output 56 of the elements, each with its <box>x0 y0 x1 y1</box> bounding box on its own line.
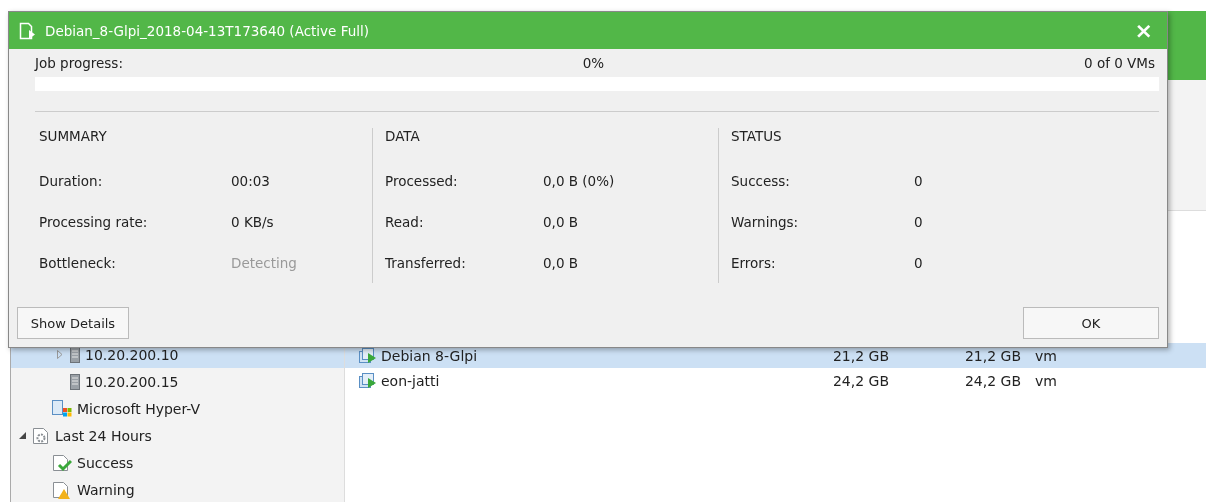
tree-item-label: Last 24 Hours <box>55 427 152 444</box>
tree-item[interactable]: 10.20.200.15 <box>11 368 344 395</box>
stat-value: 00:03 <box>231 172 270 189</box>
ok-button[interactable]: OK <box>1023 307 1159 339</box>
vm-icon <box>359 372 377 389</box>
section-heading: STATUS <box>731 128 783 146</box>
stat-value: 0,0 B (0%) <box>543 172 615 189</box>
tree-item[interactable]: Microsoft Hyper-V <box>11 395 344 422</box>
hypervisor-icon <box>52 399 72 418</box>
stat-label: Duration: <box>39 172 104 189</box>
server-icon <box>70 373 80 390</box>
section-heading: DATA <box>385 128 421 146</box>
vm-name: Debian 8-Glpi <box>381 347 478 364</box>
document-check-icon <box>52 453 72 472</box>
stat-label: Processed: <box>385 172 459 189</box>
stat-value: 0 KB/s <box>231 213 274 230</box>
vm-icon <box>359 347 377 364</box>
tree-item[interactable]: Last 24 Hours <box>11 422 344 449</box>
vm-name: eon-jatti <box>381 372 440 389</box>
progress-label: Job progress: <box>35 55 123 71</box>
stat-value: Detecting <box>231 254 297 271</box>
stat-value: 0 <box>914 254 923 271</box>
vm-row[interactable]: eon-jatti 24,2 GB 24,2 GB vm <box>345 368 1206 393</box>
table-cell: vm <box>1035 372 1057 389</box>
stat-label: Bottleneck: <box>39 254 117 271</box>
tree-item-label: Success <box>77 454 134 471</box>
tree-item-label: Microsoft Hyper-V <box>77 400 201 417</box>
stat-label: Errors: <box>731 254 777 271</box>
table-cell-text: 24,2 GB <box>831 372 889 389</box>
stat-value: 0 <box>914 213 923 230</box>
tree-item-label: Warning <box>77 481 135 498</box>
document-warning-icon <box>52 480 72 499</box>
stat-value: 0 <box>914 172 923 189</box>
stat-label: Success: <box>731 172 791 189</box>
stat-label: Read: <box>385 213 425 230</box>
table-cell-text: 21,2 GB <box>963 347 1021 364</box>
table-cell: vm <box>1035 347 1057 364</box>
stat-label: Processing rate: <box>39 213 149 230</box>
stat-value: 0,0 B <box>543 213 579 230</box>
show-details-button[interactable]: Show Details <box>17 307 129 339</box>
table-cell-text: 21,2 GB <box>831 347 889 364</box>
stat-label: Transferred: <box>385 254 467 271</box>
stat-value: 0,0 B <box>543 254 579 271</box>
document-gear-icon <box>32 426 50 445</box>
tree-item-label: 10.20.200.15 <box>85 373 179 390</box>
tree-item[interactable]: Success <box>11 449 344 476</box>
document-arrow-icon <box>19 21 37 40</box>
expanded-arrow-icon[interactable] <box>18 432 26 439</box>
progress-count: 0 of 0 VMs <box>1084 55 1155 71</box>
table-cell-text: 24,2 GB <box>963 372 1021 389</box>
stat-label: Warnings: <box>731 213 800 230</box>
window-title: Debian_8-Glpi_2018-04-13T173640 (Active Full) <box>45 22 371 39</box>
tree-item-label: 10.20.200.10 <box>85 346 179 363</box>
tree-item[interactable]: Warning <box>11 476 344 502</box>
section-heading: SUMMARY <box>39 128 108 146</box>
progress-percent: 0% <box>582 55 605 71</box>
